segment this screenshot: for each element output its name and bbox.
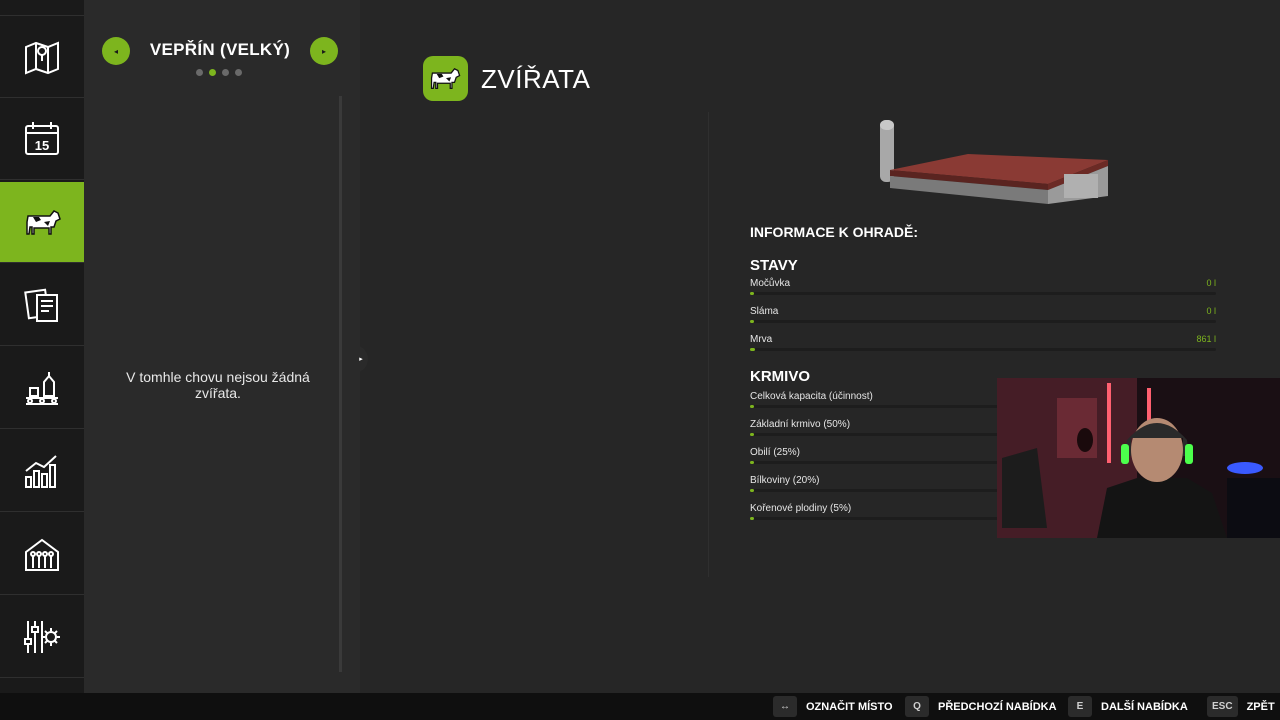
krmivo-level-fill — [750, 405, 754, 408]
page-dot — [222, 69, 229, 76]
nav-top-spacer — [0, 0, 84, 16]
hint-2[interactable]: E DALŠÍ NABÍDKA — [1068, 696, 1188, 717]
key-cap: E — [1068, 696, 1092, 717]
hint-0[interactable]: ↔ OZNAČIT MÍSTO — [773, 696, 893, 717]
side-scrollbar[interactable] — [339, 96, 342, 672]
chevron-right-icon: ▸ — [321, 46, 326, 56]
krmivo-level-fill — [750, 461, 754, 464]
krmivo-label: Základní krmivo (50%) — [750, 419, 851, 430]
stavy-label: Sláma — [750, 306, 779, 317]
krmivo-level-fill — [750, 433, 754, 436]
stavy-value: 0 l — [1206, 278, 1216, 288]
production-icon — [26, 372, 58, 405]
hint-1[interactable]: Q PŘEDCHOZÍ NABÍDKA — [905, 696, 1057, 717]
pig-barn-preview-image — [880, 120, 1108, 204]
collapse-panel-button[interactable]: ▸ — [354, 345, 368, 373]
cow-icon — [430, 67, 460, 89]
webcam-overlay — [997, 378, 1280, 538]
stavy-value: 0 l — [1206, 306, 1216, 316]
nav-item-calendar[interactable]: 15 — [0, 99, 84, 180]
nav-item-settings[interactable] — [0, 597, 84, 678]
nav-item-map[interactable] — [0, 17, 84, 98]
main-menu-sidebar: 15 — [0, 0, 91, 693]
contracts-icon — [24, 288, 58, 322]
hint-label: DALŠÍ NABÍDKA — [1101, 700, 1188, 713]
stavy-row: Močůvka 0 l — [750, 278, 1216, 298]
stavy-value: 861 l — [1196, 334, 1216, 344]
nav-item-statistics[interactable] — [0, 431, 84, 512]
krmivo-label: Bílkoviny (20%) — [750, 475, 820, 486]
stavy-row: Sláma 0 l — [750, 306, 1216, 326]
stavy-level-bar — [750, 292, 1216, 295]
page-title: ZVÍŘATA — [481, 64, 591, 94]
stavy-level-fill — [750, 320, 754, 323]
husbandry-list-panel: ◂ VEPŘÍN (VELKÝ) ▸ V tomhle chovu nejsou… — [84, 0, 360, 693]
stavy-label: Močůvka — [750, 278, 791, 289]
stavy-level-bar — [750, 348, 1216, 351]
next-husbandry-button[interactable]: ▸ — [310, 37, 338, 65]
barn-icon — [25, 538, 59, 571]
key-cap: ESC — [1207, 696, 1238, 717]
previous-husbandry-button[interactable]: ◂ — [102, 37, 130, 65]
hint-label: PŘEDCHOZÍ NABÍDKA — [938, 700, 1057, 713]
page-dot — [196, 69, 203, 76]
krmivo-label: Kořenové plodiny (5%) — [750, 503, 852, 514]
calendar-day-number: 15 — [35, 138, 49, 153]
stavy-label: Mrva — [750, 334, 773, 345]
animals-title-badge — [423, 56, 468, 101]
krmivo-level-fill — [750, 489, 754, 492]
stavy-row: Mrva 861 l — [750, 334, 1216, 354]
calendar-icon: 15 — [25, 122, 59, 155]
nav-item-animals[interactable] — [0, 182, 91, 263]
page-indicator — [196, 69, 242, 76]
husbandry-title: VEPŘÍN (VELKÝ) — [149, 40, 291, 59]
chevron-right-icon: ▸ — [359, 356, 363, 363]
key-cap: Q — [905, 696, 929, 717]
key-cap: ↔ — [773, 696, 797, 717]
hint-3[interactable]: ESC ZPĚT — [1207, 696, 1275, 717]
stavy-level-bar — [750, 320, 1216, 323]
krmivo-level-fill — [750, 517, 754, 520]
stavy-level-fill — [750, 292, 754, 295]
statistics-icon — [25, 455, 57, 488]
chevron-left-icon: ◂ — [113, 46, 118, 56]
hint-label: OZNAČIT MÍSTO — [806, 700, 893, 713]
map-icon — [25, 41, 59, 75]
hint-label: ZPĚT — [1246, 700, 1275, 713]
empty-state-message: V tomhle chovu nejsou žádná zvířata. — [126, 369, 310, 401]
feed-heading: KRMIVO — [750, 368, 810, 385]
stavy-level-fill — [750, 348, 755, 351]
page-dot — [235, 69, 242, 76]
cow-icon — [26, 210, 61, 235]
nav-item-husbandry[interactable] — [0, 514, 84, 595]
nav-item-production[interactable] — [0, 348, 84, 429]
conditions-heading: STAVY — [750, 257, 798, 274]
pen-info-heading: INFORMACE K OHRADĚ: — [750, 224, 918, 240]
input-hints-bar: ↔ OZNAČIT MÍSTO Q PŘEDCHOZÍ NABÍDKA E DALŠÍ N… — [0, 693, 1280, 720]
settings-icon — [24, 621, 60, 653]
nav-item-contracts[interactable] — [0, 265, 84, 346]
page-dot — [209, 69, 216, 76]
content-divider — [708, 112, 709, 577]
krmivo-label: Obilí (25%) — [750, 447, 801, 458]
krmivo-label: Celková kapacita (účinnost) — [750, 391, 873, 402]
